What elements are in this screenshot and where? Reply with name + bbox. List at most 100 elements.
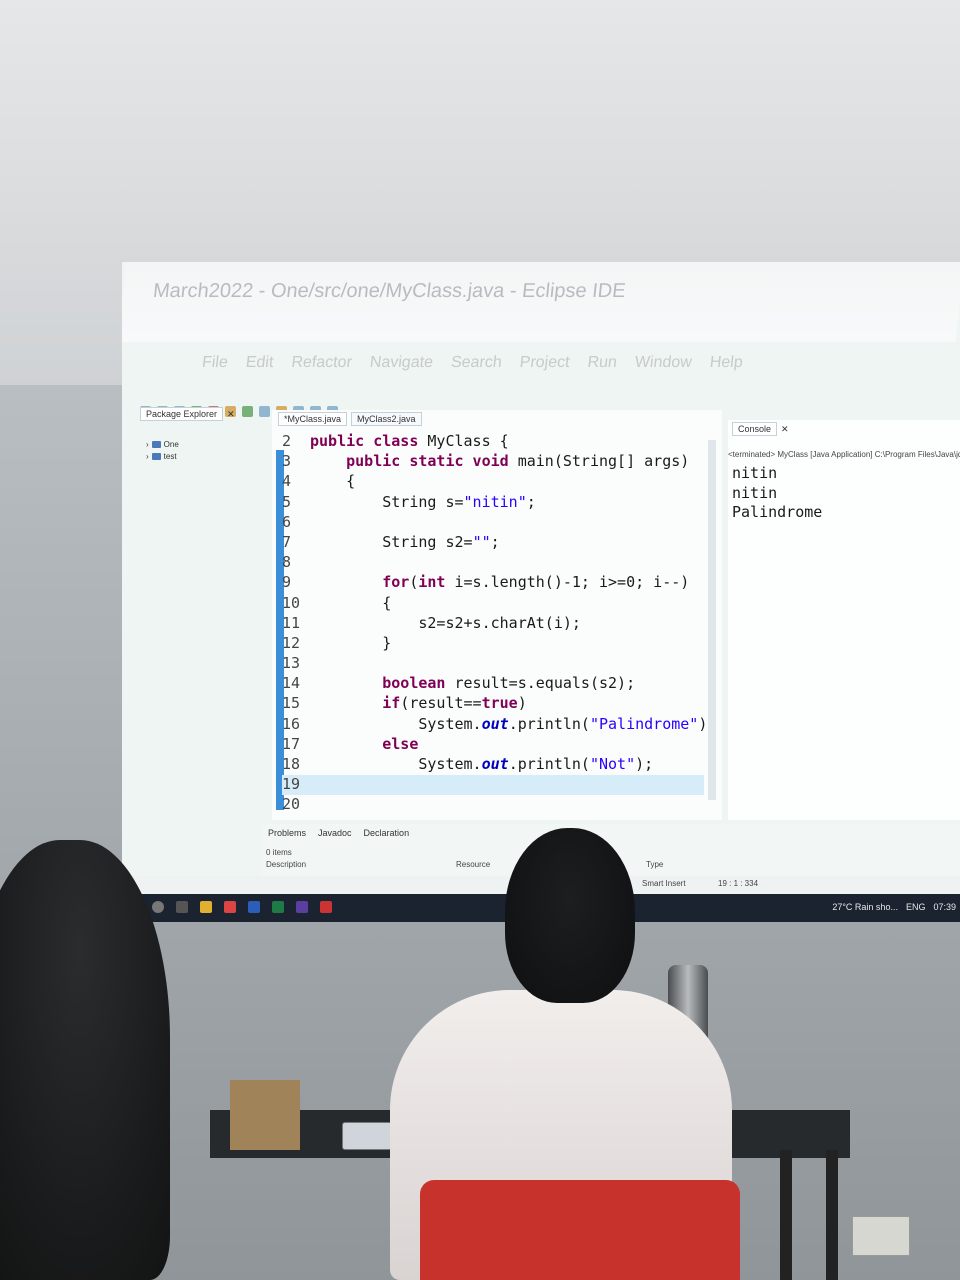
tree-item[interactable]: › One — [146, 440, 179, 449]
desk-leg — [780, 1150, 792, 1280]
code-line[interactable]: 16 System.out.println("Palindrome"); — [282, 715, 716, 735]
menu-item[interactable]: File — [201, 354, 229, 371]
app-icon[interactable] — [320, 901, 332, 913]
close-icon[interactable]: ✕ — [781, 424, 789, 435]
column-header[interactable]: Description — [266, 860, 456, 869]
line-number: 3 — [282, 452, 292, 471]
code-line[interactable]: 15 if (result== true) — [282, 694, 716, 714]
line-number: 12 — [282, 633, 301, 652]
code-token: String s= — [310, 492, 464, 511]
code-token: ; — [526, 492, 536, 511]
line-number: 4 — [282, 472, 292, 491]
project-icon — [151, 453, 161, 460]
line-number: 16 — [282, 714, 301, 733]
line-number: 15 — [282, 694, 301, 713]
line-number: 10 — [282, 593, 301, 612]
code-token: ); — [635, 755, 654, 773]
code-line[interactable]: 12 } — [282, 634, 716, 654]
tab-myclass2[interactable]: MyClass2.java — [351, 412, 422, 426]
code-line[interactable]: 8 — [282, 553, 716, 573]
tab-declaration[interactable]: Declaration — [364, 828, 410, 838]
code-line[interactable]: 11 s2=s2+s.charAt(i); — [282, 614, 716, 634]
tab-javadoc[interactable]: Javadoc — [318, 828, 352, 838]
code-line[interactable]: 5 String s= "nitin"; — [282, 493, 716, 513]
code-line[interactable]: 2 public class MyClass { — [282, 432, 716, 452]
tab-myclass[interactable]: *MyClass.java — [278, 412, 348, 426]
code-line[interactable]: 14 boolean result=s.equals(s2); — [282, 674, 716, 694]
line-number: 11 — [282, 613, 301, 632]
cursor-position: 19 : 1 : 334 — [718, 879, 759, 888]
chevron-right-icon[interactable]: › — [146, 452, 149, 461]
menu-item[interactable]: Navigate — [369, 354, 434, 371]
code-token: int — [418, 573, 446, 592]
code-token: out — [481, 714, 509, 733]
person-head — [505, 828, 635, 1003]
chrome-icon[interactable] — [224, 901, 236, 913]
code-token: "Palindrome" — [589, 714, 699, 733]
tab-problems[interactable]: Problems — [268, 828, 306, 838]
code-line[interactable]: 6 — [282, 513, 716, 533]
code-token: i=s.length()-1; i>=0; i--) — [445, 573, 690, 592]
menu-item[interactable]: Search — [450, 354, 502, 371]
eclipse-icon[interactable] — [296, 901, 308, 913]
code-line[interactable]: 19 — [282, 775, 704, 796]
tab-console[interactable]: Console — [732, 422, 778, 436]
tree-item-label: test — [163, 452, 177, 461]
menu-item[interactable]: Run — [587, 354, 618, 371]
excel-icon[interactable] — [272, 901, 284, 913]
tree-item[interactable]: › test — [146, 452, 179, 461]
code-token: public static void — [346, 452, 518, 471]
menu-item[interactable]: Edit — [245, 354, 274, 371]
code-line[interactable]: 4 { — [282, 472, 716, 492]
column-header[interactable]: Type — [646, 860, 663, 869]
code-token: ) — [517, 694, 527, 713]
window-title: March2022 - One/src/one/MyClass.java - E… — [122, 262, 960, 342]
foreground-person — [0, 840, 170, 1280]
line-number: 14 — [282, 674, 301, 693]
code-line[interactable]: 20 — [282, 795, 716, 815]
code-token: MyClass { — [427, 432, 509, 450]
code-line[interactable]: 3 public static void main(String[] args) — [282, 452, 716, 472]
code-token: } — [310, 633, 392, 652]
menu-item[interactable]: Refactor — [291, 354, 353, 371]
code-line[interactable]: 9 for(int i=s.length()-1; i>=0; i--) — [282, 573, 716, 593]
line-number: 7 — [282, 532, 292, 551]
code-token: "nitin" — [463, 492, 527, 511]
language-indicator[interactable]: ENG — [906, 902, 926, 912]
line-number: 9 — [282, 573, 292, 592]
code-token: System. — [310, 755, 482, 773]
console-status: <terminated> MyClass [Java Application] … — [728, 450, 960, 459]
close-icon[interactable]: ✕ — [227, 409, 235, 420]
console-line: nitin — [732, 483, 778, 502]
code-line[interactable]: 10 { — [282, 594, 716, 614]
desk-leg — [826, 1150, 838, 1280]
code-line[interactable]: 7 String s2= ""; — [282, 533, 716, 553]
code-line[interactable]: 18 System. out .println("Not"); — [282, 755, 716, 775]
code-lines[interactable]: 2 public class MyClass {3 public static v… — [282, 432, 716, 816]
search-icon[interactable] — [152, 901, 164, 913]
menu-item[interactable]: Window — [634, 354, 693, 371]
word-icon[interactable] — [248, 901, 260, 913]
phone — [342, 1122, 392, 1150]
console-output: nitin nitin Palindrome — [732, 464, 822, 523]
menu-item[interactable]: Help — [709, 354, 744, 371]
code-token: { — [310, 472, 356, 491]
editor-scrollbar[interactable] — [708, 440, 716, 800]
menu-item[interactable]: Project — [519, 354, 571, 371]
tab-package-explorer[interactable]: Package Explorer — [140, 407, 224, 421]
code-line[interactable]: 13 — [282, 654, 716, 674]
chevron-right-icon[interactable]: › — [146, 440, 149, 449]
line-number: 2 — [282, 432, 292, 450]
file-explorer-icon[interactable] — [200, 901, 212, 913]
code-token: main(String[] args) — [517, 452, 690, 471]
weather[interactable]: 27°C Rain sho... — [832, 902, 898, 912]
code-token: System. — [310, 714, 482, 733]
line-number: 5 — [282, 492, 292, 511]
code-line[interactable]: 17 else — [282, 735, 716, 755]
red-chair — [420, 1180, 740, 1280]
console-line: Palindrome — [732, 503, 823, 521]
code-editor[interactable]: *MyClass.java MyClass2.java 2 public clas… — [272, 410, 722, 820]
task-view-icon[interactable] — [176, 901, 188, 913]
clock[interactable]: 07:39 — [933, 902, 956, 912]
code-token: true — [481, 694, 518, 713]
